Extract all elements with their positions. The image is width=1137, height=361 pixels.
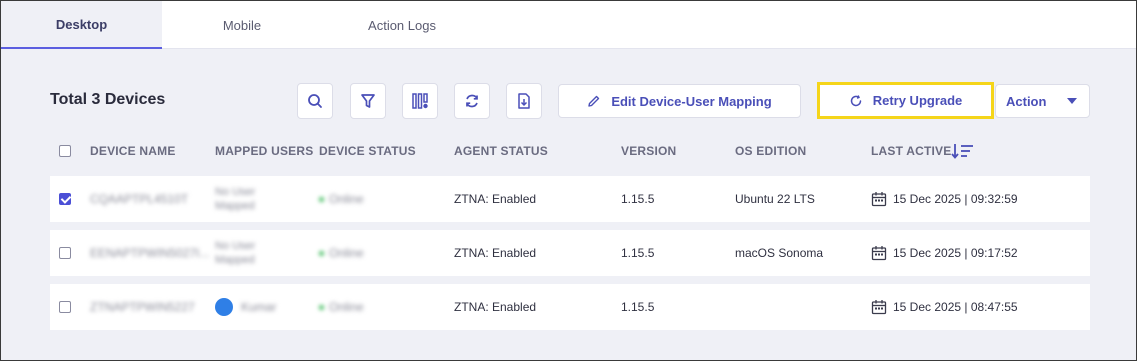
columns-settings-icon [412,93,428,109]
calendar-icon [871,300,887,315]
os-edition: Ubuntu 22 LTS [735,192,815,206]
mapped-users-line2: Mapped [215,254,255,266]
sort-descending-icon[interactable] [951,143,975,159]
last-active: 15 Dec 2025 | 09:32:59 [871,176,1018,222]
retry-upgrade-highlight: Retry Upgrade [817,82,994,119]
online-dot-icon [319,250,324,256]
col-agent-status[interactable]: AGENT STATUS [454,144,548,158]
calendar-icon [871,192,887,207]
last-active: 15 Dec 2025 | 08:47:55 [871,284,1018,330]
mapped-users: No User Mapped [215,176,255,222]
col-version[interactable]: VERSION [621,144,676,158]
mapped-users: Kumar [215,284,276,330]
search-button[interactable] [297,83,333,119]
row-checkbox[interactable] [59,193,71,205]
action-label: Action [1006,93,1047,109]
last-active-text: 15 Dec 2025 | 08:47:55 [893,300,1018,314]
export-button[interactable] [506,83,542,119]
select-all-checkbox[interactable] [59,145,71,157]
device-management-panel: Desktop Mobile Action Logs Total 3 Devic… [0,0,1137,361]
row-checkbox[interactable] [59,301,71,313]
version: 1.15.5 [621,300,655,314]
refresh-button[interactable] [454,83,490,119]
agent-status: ZTNA: Enabled [454,300,537,314]
col-device-status[interactable]: DEVICE STATUS [319,144,416,158]
online-dot-icon [319,196,324,202]
export-icon [518,93,530,109]
table-row[interactable]: CQAAPTPL4510T No User Mapped Online ZTNA… [50,176,1090,222]
tab-action-logs[interactable]: Action Logs [322,1,482,49]
col-os-edition[interactable]: OS EDITION [735,144,806,158]
pencil-icon [588,95,600,107]
filter-button[interactable] [350,83,386,119]
columns-settings-button[interactable] [402,83,438,119]
page-title: Total 3 Devices [50,91,166,108]
col-last-active[interactable]: LAST ACTIVE [871,144,951,158]
device-status-text: Online [329,300,364,314]
retry-upgrade-button[interactable]: Retry Upgrade [820,85,991,116]
edit-mapping-label: Edit Device-User Mapping [611,93,772,109]
action-dropdown[interactable]: Action [995,84,1090,118]
search-icon [308,94,322,108]
device-status: Online [319,176,364,222]
table-row[interactable]: EENAPTPWIN5027I... No User Mapped Online… [50,230,1090,276]
edit-device-user-mapping-button[interactable]: Edit Device-User Mapping [558,84,801,118]
version: 1.15.5 [621,192,655,206]
col-device-name[interactable]: DEVICE NAME [90,144,176,158]
device-status: Online [319,284,364,330]
retry-upgrade-label: Retry Upgrade [872,93,963,108]
calendar-icon [871,246,887,261]
device-status-text: Online [329,192,364,206]
version: 1.15.5 [621,246,655,260]
online-dot-icon [319,304,324,310]
mapped-user-name: Kumar [241,300,277,314]
device-name[interactable]: CQAAPTPL4510T [90,176,188,222]
mapped-users-line1: No User [215,240,256,252]
row-checkbox[interactable] [59,247,71,259]
device-name[interactable]: ZTNAPTPWIN5227 [90,284,195,330]
table-header: DEVICE NAME MAPPED USERS DEVICE STATUS A… [50,137,1090,165]
retry-icon [850,94,861,106]
device-status-text: Online [329,246,364,260]
agent-status: ZTNA: Enabled [454,246,537,260]
refresh-icon [466,94,478,108]
filter-icon [361,94,375,108]
last-active-text: 15 Dec 2025 | 09:17:52 [893,246,1018,260]
last-active-text: 15 Dec 2025 | 09:32:59 [893,192,1018,206]
last-active: 15 Dec 2025 | 09:17:52 [871,230,1018,276]
tab-mobile[interactable]: Mobile [162,1,322,49]
mapped-users-line2: Mapped [215,200,255,212]
os-edition: macOS Sonoma [735,246,824,260]
tab-bar: Desktop Mobile Action Logs [1,1,1136,49]
mapped-users-line1: No User [215,186,256,198]
avatar [215,298,233,316]
col-mapped-users[interactable]: MAPPED USERS [215,144,313,158]
tab-desktop[interactable]: Desktop [1,1,162,49]
agent-status: ZTNA: Enabled [454,192,537,206]
mapped-users: No User Mapped [215,230,255,276]
table-row[interactable]: ZTNAPTPWIN5227 Kumar Online ZTNA: Enable… [50,284,1090,330]
caret-down-icon [1067,98,1077,104]
device-status: Online [319,230,364,276]
device-name[interactable]: EENAPTPWIN5027I... [90,230,209,276]
